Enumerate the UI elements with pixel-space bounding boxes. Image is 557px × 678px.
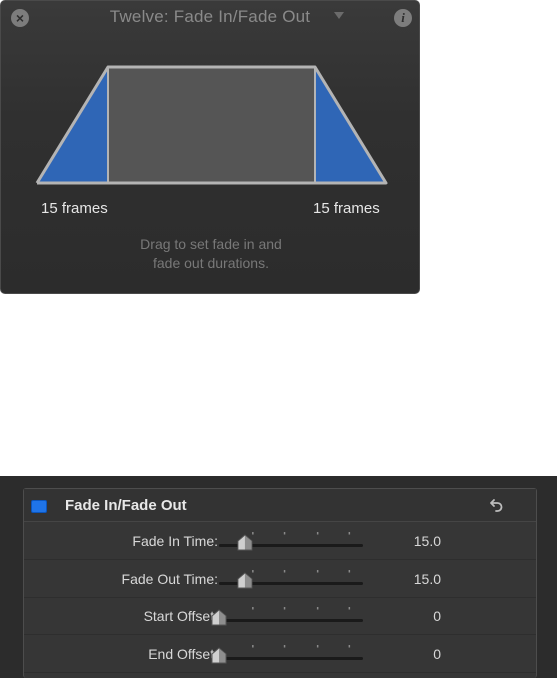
param-value[interactable]: 15.0 — [414, 571, 441, 587]
param-slider[interactable] — [211, 528, 369, 556]
param-value[interactable]: 0 — [433, 646, 441, 662]
slider-tick — [252, 607, 254, 610]
hint-text-line1: Drag to set fade in and — [140, 236, 282, 252]
reset-arrow-icon[interactable] — [489, 497, 505, 513]
slider-tick — [252, 644, 254, 647]
slider-tick — [283, 644, 286, 647]
slider-track[interactable] — [219, 619, 363, 622]
slider-tick — [316, 644, 319, 647]
fade-effect-section: Fade In/Fade Out Fade In Time: 15.0 Fade O… — [23, 488, 537, 678]
slider-tick — [316, 607, 319, 610]
inspector-panel: Fade In/Fade Out Fade In Time: 15.0 Fade O… — [0, 476, 557, 678]
param-value[interactable]: 0 — [433, 608, 441, 624]
param-slider[interactable] — [211, 566, 369, 594]
slider-tick — [348, 569, 351, 572]
clip-body — [108, 67, 315, 183]
slider-tick — [348, 644, 351, 647]
param-row: Start Offset: 0 — [24, 597, 536, 635]
param-label: Fade Out Time: — [121, 570, 218, 587]
section-title: Fade In/Fade Out — [65, 497, 187, 514]
fade-out-frames-label: 15 frames — [313, 200, 380, 217]
effect-enable-checkbox[interactable] — [31, 500, 47, 513]
slider-tick — [348, 607, 351, 610]
slider-tick — [252, 569, 254, 572]
param-value[interactable]: 15.0 — [414, 533, 441, 549]
param-slider[interactable] — [211, 603, 369, 631]
param-label: End Offset: — [148, 645, 218, 662]
param-row: End Offset: 0 — [24, 635, 536, 673]
slider-tick — [348, 532, 351, 535]
param-row: Fade Out Time: 15.0 — [24, 560, 536, 598]
fade-hud-panel: × Twelve: Fade In/Fade Out i 15 frames 1… — [0, 0, 420, 294]
slider-tick — [316, 569, 319, 572]
section-header: Fade In/Fade Out — [24, 489, 536, 522]
slider-tick — [283, 532, 286, 535]
slider-track[interactable] — [219, 656, 363, 660]
hint-text-line2: fade out durations. — [153, 255, 269, 271]
slider-tick — [316, 532, 319, 535]
fade-in-frames-label: 15 frames — [41, 200, 108, 217]
slider-tick — [283, 569, 286, 572]
param-label: Start Offset: — [143, 608, 218, 624]
param-row: Fade In Time: 15.0 — [24, 522, 536, 560]
param-slider[interactable] — [211, 641, 369, 669]
slider-tick — [252, 532, 254, 535]
param-label: Fade In Time: — [132, 533, 218, 549]
slider-tick — [283, 607, 286, 610]
